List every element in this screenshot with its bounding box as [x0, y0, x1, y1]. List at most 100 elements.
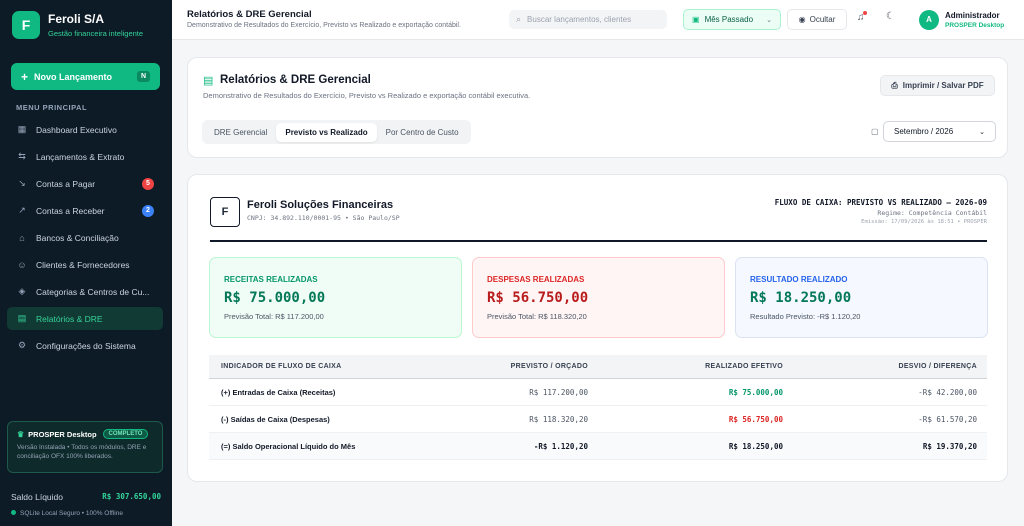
kpi-value: R$ 18.250,00 [750, 290, 852, 306]
gear-icon: ⚙ [17, 340, 27, 350]
tab-cost-center[interactable]: Por Centro de Custo [377, 123, 468, 142]
kpi-forecast: Resultado Previsto: -R$ 1.120,20 [750, 312, 861, 321]
report-tabs: DRE Gerencial Previsto vs Realizado Por … [202, 120, 471, 144]
printer-icon: ⎙ [891, 80, 898, 90]
sidebar-item-settings[interactable]: ⚙ Configurações do Sistema [7, 334, 163, 357]
tab-dre[interactable]: DRE Gerencial [205, 123, 276, 142]
sidebar-item-banks[interactable]: ⌂ Bancos & Conciliação [7, 226, 163, 249]
balance-value: R$ 307.650,00 [102, 492, 161, 501]
new-entry-button[interactable]: + Novo Lançamento N [11, 63, 160, 90]
cashflow-table: INDICADOR DE FLUXO DE CAIXA PREVISTO / O… [209, 355, 987, 460]
diff-cell: R$ 19.370,20 [922, 441, 977, 451]
net-balance: Saldo Líquido R$ 307.650,00 [11, 492, 161, 502]
diff-cell: -R$ 61.570,20 [918, 414, 977, 424]
divider [210, 240, 987, 242]
user-name: Administrador [945, 10, 1000, 20]
db-status: SQLite Local Seguro • 100% Offline [11, 510, 123, 517]
sidebar-item-payables[interactable]: ↘ Contas a Pagar 5 [7, 172, 163, 195]
section-title: Relatórios & DRE Gerencial [220, 74, 371, 86]
sidebar-item-label: Bancos & Conciliação [36, 232, 119, 243]
plus-icon: + [21, 69, 29, 84]
plan-name: PROSPER Desktop [28, 429, 97, 439]
print-button[interactable]: ⎙ Imprimir / Salvar PDF [880, 75, 995, 96]
page-subtitle: Demonstrativo de Resultados do Exercício… [187, 22, 461, 29]
menu-title: MENU PRINCIPAL [16, 103, 88, 112]
table-row-total: (=) Saldo Operacional Líquido do Mês -R$… [209, 433, 987, 460]
count-badge: 2 [142, 204, 154, 217]
trend-up-icon: ↗ [18, 205, 26, 215]
month-select[interactable]: Setembro / 2026 ⌄ [883, 121, 996, 142]
sidebar-item-label: Relatórios & DRE [36, 313, 103, 324]
sidebar-item-transactions[interactable]: ⇆ Lançamentos & Extrato [7, 145, 163, 168]
avatar: A [919, 9, 939, 30]
crown-icon: ♛ [17, 429, 25, 439]
plan-badge: COMPLETO [102, 429, 149, 439]
sidebar-item-contacts[interactable]: ☺ Clientes & Fornecedores [7, 253, 163, 276]
company-logo: F [210, 197, 240, 227]
brand-tagline: Gestão financeira inteligente [48, 29, 144, 38]
indicator-cell: (+) Entradas de Caixa (Receitas) [221, 387, 336, 397]
indicator-cell: (-) Saídas de Caixa (Despesas) [221, 414, 330, 424]
notifications-button[interactable]: ♫ [857, 11, 867, 23]
plan-description: Versão Instalada • Todos os módulos, DRE… [17, 444, 147, 460]
sidebar: F Feroli S/A Gestão financeira inteligen… [0, 0, 172, 526]
new-entry-label: Novo Lançamento [34, 71, 113, 82]
company-info: CNPJ: 34.892.110/0001-95 • São Paulo/SP [247, 214, 400, 222]
chevron-down-icon: ⌄ [766, 16, 772, 24]
column-header: REALIZADO EFETIVO [705, 363, 783, 370]
planned-cell: R$ 118.320,20 [529, 414, 588, 424]
sidebar-item-label: Lançamentos & Extrato [36, 151, 125, 162]
trend-down-icon: ↘ [18, 178, 26, 188]
sidebar-item-label: Dashboard Executivo [36, 124, 117, 135]
hide-values-label: Ocultar [809, 15, 836, 24]
user-menu[interactable]: A Administrador PROSPER Desktop [919, 7, 1009, 32]
page-title: Relatórios & DRE Gerencial [187, 9, 312, 20]
diff-cell: -R$ 42.200,00 [918, 387, 977, 397]
kpi-value: R$ 75.000,00 [224, 290, 326, 306]
main-menu: ▦ Dashboard Executivo ⇆ Lançamentos & Ex… [7, 118, 163, 361]
search-input[interactable]: ⌕ Buscar lançamentos, clientes [509, 10, 667, 29]
column-header: INDICADOR DE FLUXO DE CAIXA [221, 363, 342, 370]
tab-planned-vs-actual[interactable]: Previsto vs Realizado [276, 122, 377, 142]
sidebar-item-label: Categorias & Centros de Cu... [36, 286, 150, 297]
brand-name: Feroli S/A [48, 12, 105, 26]
moon-icon: ☾ [886, 11, 895, 22]
kpi-label: DESPESAS REALIZADAS [487, 275, 585, 284]
sidebar-item-label: Configurações do Sistema [36, 340, 136, 351]
eye-icon: ◉ [798, 15, 806, 24]
sidebar-item-receivables[interactable]: ↗ Contas a Receber 2 [7, 199, 163, 222]
company-name: Feroli Soluções Financeiras [247, 199, 394, 211]
kpi-revenue: RECEITAS REALIZADAS R$ 75.000,00 Previsã… [209, 257, 462, 338]
kpi-forecast: Previsão Total: R$ 118.320,20 [487, 312, 587, 321]
user-role: PROSPER Desktop [945, 21, 1005, 29]
dashboard-icon: ▦ [17, 124, 27, 134]
report-emission: Emissão: 17/09/2026 às 18:51 • PROSPER [861, 219, 987, 225]
section-subtitle: Demonstrativo de Resultados do Exercício… [203, 91, 531, 100]
bank-icon: ⌂ [19, 232, 25, 243]
planned-cell: R$ 117.200,00 [529, 387, 588, 397]
sidebar-item-reports[interactable]: ▤ Relatórios & DRE [7, 307, 163, 330]
print-label: Imprimir / Salvar PDF [902, 81, 984, 90]
kpi-forecast: Previsão Total: R$ 117.200,00 [224, 312, 324, 321]
transfer-icon: ⇆ [18, 151, 26, 161]
report-title: FLUXO DE CAIXA: PREVISTO VS REALIZADO — … [774, 198, 987, 207]
actual-cell: R$ 18.250,00 [728, 441, 783, 451]
sidebar-item-dashboard[interactable]: ▦ Dashboard Executivo [7, 118, 163, 141]
period-select[interactable]: ▣ Mês Passado ⌄ [683, 9, 781, 30]
users-icon: ☺ [17, 259, 27, 270]
kpi-label: RESULTADO REALIZADO [750, 275, 848, 284]
calendar-icon: ▢ [871, 127, 879, 136]
report-regime: Regime: Competência Contábil [877, 209, 987, 217]
kpi-value: R$ 56.750,00 [487, 290, 589, 306]
column-header: PREVISTO / ORÇADO [510, 363, 588, 370]
table-row: (-) Saídas de Caixa (Despesas) R$ 118.32… [209, 406, 987, 433]
report-document: F Feroli Soluções Financeiras CNPJ: 34.8… [187, 174, 1008, 482]
db-status-text: SQLite Local Seguro • 100% Offline [20, 510, 123, 517]
kpi-expenses: DESPESAS REALIZADAS R$ 56.750,00 Previsã… [472, 257, 725, 338]
theme-toggle[interactable]: ☾ [886, 11, 895, 22]
sidebar-item-label: Contas a Pagar [36, 178, 96, 189]
top-bar: Relatórios & DRE Gerencial Demonstrativo… [172, 0, 1024, 40]
actual-cell: R$ 75.000,00 [728, 387, 783, 397]
sidebar-item-categories[interactable]: ◈ Categorias & Centros de Cu... [7, 280, 163, 303]
hide-values-button[interactable]: ◉ Ocultar [787, 9, 847, 30]
